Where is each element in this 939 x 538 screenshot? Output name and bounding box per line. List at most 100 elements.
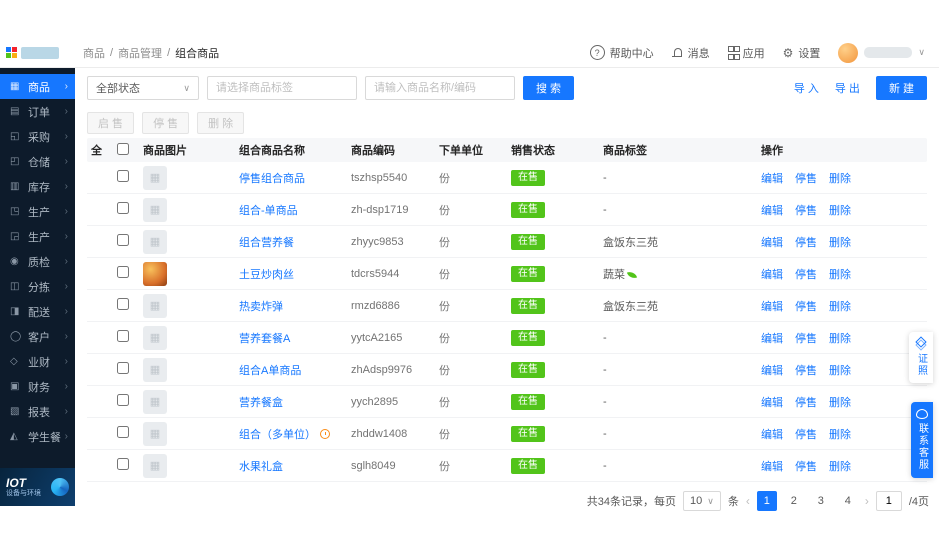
- page-button[interactable]: 4: [838, 491, 858, 511]
- apps-button[interactable]: 应用: [728, 45, 765, 61]
- row-checkbox[interactable]: [117, 298, 129, 310]
- sidebar-item-finance[interactable]: 财务 ›: [0, 374, 75, 399]
- delete-link[interactable]: 删除: [829, 458, 851, 474]
- delete-link[interactable]: 删除: [829, 330, 851, 346]
- row-checkbox[interactable]: [117, 330, 129, 342]
- stop-sale-link[interactable]: 停售: [795, 394, 817, 410]
- page-button[interactable]: 3: [811, 491, 831, 511]
- sidebar-item-student-meals[interactable]: 学生餐 ›: [0, 424, 75, 449]
- delete-link[interactable]: 删除: [829, 170, 851, 186]
- row-checkbox[interactable]: [117, 202, 129, 214]
- product-name-link[interactable]: 组合-单商品: [239, 205, 298, 217]
- product-name-link[interactable]: 营养餐盒: [239, 397, 283, 409]
- breadcrumb-item[interactable]: 商品管理: [118, 45, 162, 61]
- bell-icon: [672, 47, 683, 59]
- bulk-enable-sale-button[interactable]: 启 售: [87, 112, 134, 134]
- sidebar-item-customers[interactable]: 客户 ›: [0, 324, 75, 349]
- prev-page-button[interactable]: ‹: [746, 494, 750, 508]
- edit-link[interactable]: 编辑: [761, 394, 783, 410]
- delete-link[interactable]: 删除: [829, 426, 851, 442]
- sidebar-item-production-2[interactable]: 生产 ›: [0, 224, 75, 249]
- product-name-link[interactable]: 组合（多单位）: [239, 429, 316, 441]
- stop-sale-link[interactable]: 停售: [795, 170, 817, 186]
- app-logo[interactable]: [0, 47, 75, 59]
- delete-link[interactable]: 删除: [829, 362, 851, 378]
- product-name-link[interactable]: 热卖炸弹: [239, 301, 283, 313]
- user-menu[interactable]: [838, 43, 925, 63]
- product-name-link[interactable]: 组合A单商品: [239, 365, 301, 377]
- search-button[interactable]: 搜 索: [523, 76, 574, 100]
- help-center-button[interactable]: 帮助中心: [590, 45, 654, 61]
- settings-button[interactable]: 设置: [783, 45, 821, 61]
- sidebar-item-reports[interactable]: 报表 ›: [0, 399, 75, 424]
- import-button[interactable]: 导 入: [794, 80, 819, 96]
- edit-link[interactable]: 编辑: [761, 298, 783, 314]
- page-jump-input[interactable]: [876, 491, 902, 511]
- select-all-checkbox[interactable]: [117, 143, 129, 155]
- sidebar-item-business-finance[interactable]: 业财 ›: [0, 349, 75, 374]
- tag-input[interactable]: [207, 76, 357, 100]
- sidebar-item-inventory[interactable]: 库存 ›: [0, 174, 75, 199]
- status-select[interactable]: 全部状态: [87, 76, 199, 100]
- next-page-button[interactable]: ›: [865, 494, 869, 508]
- iot-panel[interactable]: IOT 设备与环境: [0, 468, 75, 506]
- licenses-widget[interactable]: 证照: [909, 332, 933, 383]
- delete-link[interactable]: 删除: [829, 266, 851, 282]
- delete-link[interactable]: 删除: [829, 298, 851, 314]
- chevron-right-icon: ›: [65, 106, 68, 117]
- keyword-input[interactable]: [365, 76, 515, 100]
- customer-service-widget[interactable]: 联系客服: [911, 402, 933, 478]
- sidebar-item-label: 采购: [28, 129, 50, 145]
- stop-sale-link[interactable]: 停售: [795, 362, 817, 378]
- sidebar-item-warehouse[interactable]: 仓储 ›: [0, 149, 75, 174]
- stop-sale-link[interactable]: 停售: [795, 266, 817, 282]
- row-name-cell: 水果礼盒: [235, 458, 347, 474]
- delete-link[interactable]: 删除: [829, 202, 851, 218]
- stop-sale-link[interactable]: 停售: [795, 458, 817, 474]
- delete-link[interactable]: 删除: [829, 394, 851, 410]
- sidebar-item-goods[interactable]: 商品 ›: [0, 74, 75, 99]
- create-button[interactable]: 新 建: [876, 76, 927, 100]
- messages-button[interactable]: 消息: [672, 45, 710, 61]
- stop-sale-link[interactable]: 停售: [795, 426, 817, 442]
- stop-sale-link[interactable]: 停售: [795, 298, 817, 314]
- product-name-link[interactable]: 水果礼盒: [239, 461, 283, 473]
- page-button[interactable]: 2: [784, 491, 804, 511]
- product-name-link[interactable]: 土豆炒肉丝: [239, 269, 294, 281]
- edit-link[interactable]: 编辑: [761, 202, 783, 218]
- bulk-delete-button[interactable]: 删 除: [197, 112, 244, 134]
- edit-link[interactable]: 编辑: [761, 170, 783, 186]
- product-name-link[interactable]: 停售组合商品: [239, 173, 305, 185]
- sidebar-item-quality[interactable]: 质检 ›: [0, 249, 75, 274]
- sidebar-item-production-1[interactable]: 生产 ›: [0, 199, 75, 224]
- row-checkbox[interactable]: [117, 394, 129, 406]
- stop-sale-link[interactable]: 停售: [795, 202, 817, 218]
- sidebar-item-purchase[interactable]: 采购 ›: [0, 124, 75, 149]
- export-button[interactable]: 导 出: [835, 80, 860, 96]
- edit-link[interactable]: 编辑: [761, 458, 783, 474]
- sidebar-item-delivery[interactable]: 配送 ›: [0, 299, 75, 324]
- edit-link[interactable]: 编辑: [761, 234, 783, 250]
- row-checkbox[interactable]: [117, 458, 129, 470]
- product-name-link[interactable]: 组合营养餐: [239, 237, 294, 249]
- edit-link[interactable]: 编辑: [761, 266, 783, 282]
- bulk-stop-sale-button[interactable]: 停 售: [142, 112, 189, 134]
- row-checkbox[interactable]: [117, 170, 129, 182]
- row-checkbox[interactable]: [117, 426, 129, 438]
- sidebar-item-orders[interactable]: 订单 ›: [0, 99, 75, 124]
- page-button[interactable]: 1: [757, 491, 777, 511]
- stop-sale-link[interactable]: 停售: [795, 330, 817, 346]
- page-size-select[interactable]: 10: [683, 491, 721, 511]
- edit-link[interactable]: 编辑: [761, 330, 783, 346]
- edit-link[interactable]: 编辑: [761, 362, 783, 378]
- row-status-cell: 在售: [507, 362, 599, 378]
- sidebar-item-sorting[interactable]: 分拣 ›: [0, 274, 75, 299]
- delete-link[interactable]: 删除: [829, 234, 851, 250]
- edit-link[interactable]: 编辑: [761, 426, 783, 442]
- stop-sale-link[interactable]: 停售: [795, 234, 817, 250]
- product-name-link[interactable]: 营养套餐A: [239, 333, 290, 345]
- breadcrumb-item[interactable]: 商品: [83, 45, 105, 61]
- row-checkbox[interactable]: [117, 362, 129, 374]
- row-checkbox[interactable]: [117, 234, 129, 246]
- row-checkbox[interactable]: [117, 266, 129, 278]
